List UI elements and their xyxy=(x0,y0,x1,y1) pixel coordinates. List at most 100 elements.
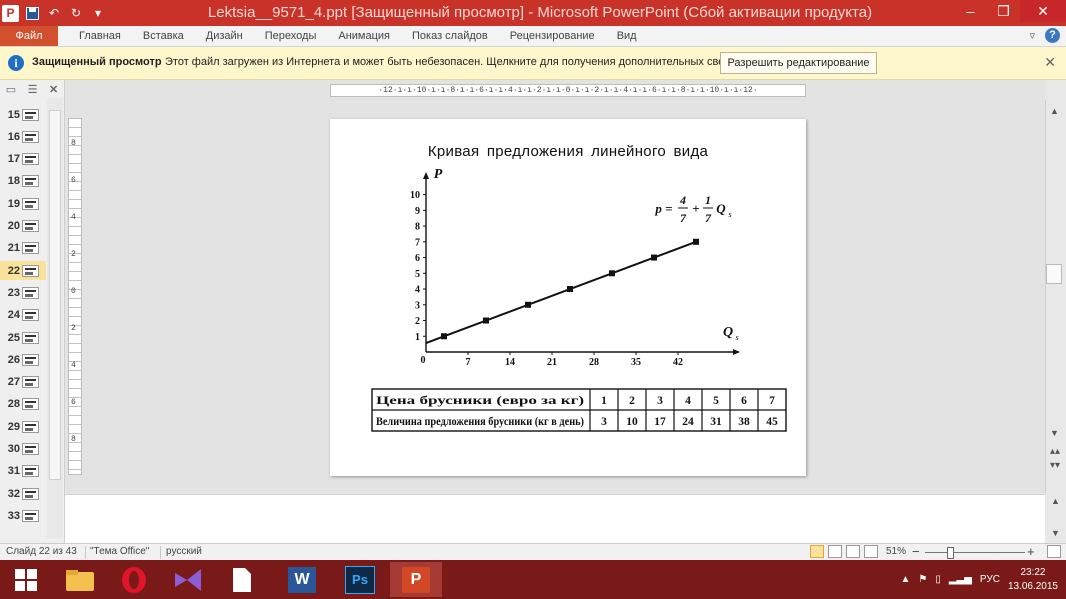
slide-thumbnail[interactable]: 30 xyxy=(0,440,46,459)
document-icon[interactable] xyxy=(216,562,268,597)
quick-access-toolbar: P ↶ ↻ ▾ xyxy=(0,0,107,26)
reading-view-icon[interactable] xyxy=(846,545,860,558)
vertical-scrollbar[interactable]: ▲ ▼ ▴▴ ▾▾ xyxy=(1045,100,1066,493)
normal-view-icon[interactable] xyxy=(810,545,824,558)
slide-number: 22 xyxy=(7,264,20,277)
tab-transitions[interactable]: Переходы xyxy=(254,26,328,46)
powerpoint-logo-icon[interactable]: P xyxy=(2,4,19,22)
slide-thumbnail[interactable]: 25 xyxy=(0,328,46,347)
zoom-slider-track[interactable] xyxy=(925,552,1025,553)
save-icon[interactable] xyxy=(23,4,41,22)
photoshop-icon[interactable]: Ps xyxy=(334,562,386,597)
slide-thumbnail[interactable]: 16 xyxy=(0,127,46,146)
tab-review[interactable]: Рецензирование xyxy=(499,26,606,46)
tab-animations[interactable]: Анимация xyxy=(327,26,401,46)
slide-thumbnail[interactable]: 32 xyxy=(0,484,46,503)
next-slide-icon[interactable]: ▾▾ xyxy=(1050,460,1060,471)
protected-view-message[interactable]: Этот файл загружен из Интернета и может … xyxy=(165,56,758,68)
zoom-in-button[interactable]: + xyxy=(1027,544,1035,559)
keyboard-language[interactable]: РУС xyxy=(980,574,1000,585)
slide-thumbnail[interactable]: 27 xyxy=(0,373,46,392)
x-tick-label: 21 xyxy=(547,357,557,368)
close-message-bar-icon[interactable]: ✕ xyxy=(1044,54,1056,71)
collapse-ribbon-icon[interactable]: ▿ xyxy=(1029,29,1035,42)
taskbar: W Ps P ▲ ⚑ ▯ ▂▃▅ РУС 23:22 13.06.2015 xyxy=(0,560,1066,599)
opera-icon[interactable] xyxy=(108,562,160,597)
language-indicator[interactable]: русский xyxy=(166,546,202,557)
fit-to-window-icon[interactable] xyxy=(1047,545,1061,558)
customize-qat-icon[interactable]: ▾ xyxy=(89,4,107,22)
scroll-down-icon[interactable]: ▼ xyxy=(1050,428,1059,438)
start-button-icon[interactable] xyxy=(0,562,52,597)
tab-home[interactable]: Главная xyxy=(68,26,132,46)
slide-thumbnail[interactable]: 21 xyxy=(0,239,46,258)
slide-thumbnail[interactable]: 26 xyxy=(0,350,46,369)
slide-thumbnail-image xyxy=(22,331,39,344)
file-explorer-icon[interactable] xyxy=(54,562,106,597)
slide-sorter-icon[interactable] xyxy=(828,545,842,558)
close-button[interactable]: ✕ xyxy=(1020,0,1066,22)
help-icon[interactable]: ? xyxy=(1045,28,1060,43)
y-tick-label: 2 xyxy=(415,316,420,327)
zoom-out-button[interactable]: − xyxy=(912,544,920,559)
slide-thumbnail-image xyxy=(22,465,39,478)
slide-thumbnail[interactable]: 15 xyxy=(0,105,46,124)
slide-thumbnail[interactable]: 28 xyxy=(0,395,46,414)
redo-icon[interactable]: ↻ xyxy=(67,4,85,22)
slide-thumbnail-image xyxy=(22,353,39,366)
zoom-slider-thumb[interactable] xyxy=(947,547,954,559)
previous-slide-icon[interactable]: ▴▴ xyxy=(1050,446,1060,457)
signal-icon[interactable]: ▂▃▅ xyxy=(949,574,972,585)
zoom-level[interactable]: 51% xyxy=(886,546,906,557)
slide-thumbnail[interactable]: 22 xyxy=(0,261,46,281)
enable-editing-button[interactable]: Разрешить редактирование xyxy=(720,52,877,74)
slide-thumbnail[interactable]: 31 xyxy=(0,462,46,481)
powerpoint-taskbar-icon[interactable]: P xyxy=(390,562,442,597)
slide-canvas[interactable]: Кривая предложения линейного вида PQs071… xyxy=(330,119,806,476)
tab-file[interactable]: Файл xyxy=(0,26,58,46)
slide-thumbnail[interactable]: 20 xyxy=(0,217,46,236)
undo-icon[interactable]: ↶ xyxy=(45,4,63,22)
vertical-ruler-label: 0 xyxy=(71,287,76,296)
notes-scroll-down-icon[interactable]: ▼ xyxy=(1051,528,1060,538)
word-icon[interactable]: W xyxy=(276,562,328,597)
restore-button[interactable]: ❐ xyxy=(987,0,1020,22)
slide-thumbnail[interactable]: 23 xyxy=(0,283,46,302)
notes-pane[interactable] xyxy=(65,494,1045,543)
close-panel-icon[interactable]: ✕ xyxy=(49,83,58,96)
slide-thumbnail-image xyxy=(22,509,39,522)
visual-studio-icon[interactable] xyxy=(162,562,214,597)
notes-scroll-up-icon[interactable]: ▲ xyxy=(1051,496,1060,506)
notes-scrollbar[interactable]: ▲ ▼ xyxy=(1045,494,1066,542)
y-axis-arrow xyxy=(423,172,429,179)
panel-scroll-thumb[interactable] xyxy=(49,110,61,480)
slide-number: 33 xyxy=(7,509,20,522)
data-point-marker xyxy=(525,301,531,308)
vertical-scroll-thumb[interactable] xyxy=(1046,264,1062,284)
slides-view-icon[interactable]: ▭ xyxy=(6,83,16,96)
tab-insert[interactable]: Вставка xyxy=(132,26,195,46)
scroll-up-icon[interactable]: ▲ xyxy=(1050,106,1059,116)
slide-show-icon[interactable] xyxy=(864,545,878,558)
slide-thumbnail[interactable]: 29 xyxy=(0,417,46,436)
slide-thumbnail[interactable]: 19 xyxy=(0,194,46,213)
tab-design[interactable]: Дизайн xyxy=(195,26,254,46)
slide-thumbnail[interactable]: 18 xyxy=(0,172,46,191)
slide-thumbnail[interactable]: 24 xyxy=(0,306,46,325)
minimize-button[interactable]: – xyxy=(954,0,987,22)
slide-number: 29 xyxy=(7,420,20,433)
slide-thumbnail[interactable]: 17 xyxy=(0,150,46,169)
tab-slide-show[interactable]: Показ слайдов xyxy=(401,26,499,46)
y-tick-label: 10 xyxy=(410,190,420,201)
clock[interactable]: 23:22 13.06.2015 xyxy=(1008,566,1058,594)
show-hidden-icons-icon[interactable]: ▲ xyxy=(900,574,910,585)
slide-number: 15 xyxy=(7,108,20,121)
battery-icon[interactable]: ▯ xyxy=(935,574,941,585)
outline-view-icon[interactable]: ☰ xyxy=(28,83,38,96)
slide-thumbnail[interactable]: 33 xyxy=(0,506,46,525)
flag-icon[interactable]: ⚑ xyxy=(918,574,927,585)
tab-view[interactable]: Вид xyxy=(606,26,648,46)
slide-number: 26 xyxy=(7,353,20,366)
x-axis-label-subscript: s xyxy=(735,333,738,342)
slide-thumbnail-image xyxy=(22,487,39,500)
